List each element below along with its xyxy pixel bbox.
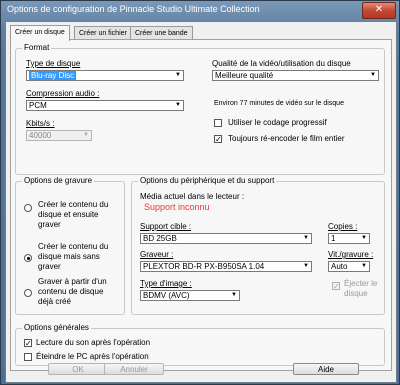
- burn-options-group: Options de gravure Créer le contenu du d…: [15, 176, 125, 315]
- chevron-down-icon[interactable]: ▼: [301, 262, 311, 271]
- target-media-label: Support cible :: [140, 222, 192, 231]
- chevron-down-icon[interactable]: ▼: [173, 101, 183, 110]
- check-icon: ✓: [333, 282, 340, 291]
- chevron-down-icon[interactable]: ▼: [359, 262, 369, 271]
- title-bar[interactable]: Options de configuration de Pinnacle Stu…: [1, 1, 399, 19]
- disc-capacity-info: Environ 77 minutes de vidéo sur le disqu…: [214, 100, 344, 107]
- burn-option-from-existing-label: Graver à partir d'un contenu de disque d…: [38, 277, 107, 306]
- tab-create-disc[interactable]: Créer un disque: [10, 25, 70, 41]
- burn-option-create-then-burn-label: Créer le contenu du disque et ensuite gr…: [38, 200, 109, 229]
- shutdown-checkbox[interactable]: [24, 353, 32, 361]
- tab-page: Format Type de disque Blu-ray Disc ▼ Com…: [10, 39, 392, 371]
- copies-value: 1: [331, 234, 336, 243]
- burn-option-from-existing-radio[interactable]: [24, 289, 32, 297]
- copies-select[interactable]: 1 ▼: [328, 233, 370, 244]
- format-group-title: Format: [22, 43, 52, 52]
- help-button[interactable]: Aide: [293, 363, 359, 375]
- kbits-value: 40000: [29, 131, 52, 140]
- format-group: Format Type de disque Blu-ray Disc ▼ Com…: [15, 43, 385, 175]
- ok-button[interactable]: OK: [48, 363, 108, 375]
- burn-option-create-no-burn-label: Créer le contenu du disque mais sans gra…: [38, 242, 109, 271]
- shutdown-label: Éteindre le PC après l'opération: [36, 352, 149, 361]
- burner-select[interactable]: PLEXTOR BD-R PX-B950SA 1.04 ▼: [140, 261, 312, 272]
- quality-value: Meilleure qualité: [215, 71, 274, 80]
- device-options-group: Options du périphérique et du support Mé…: [131, 176, 385, 315]
- check-icon: ✓: [215, 135, 222, 144]
- image-type-value: BDMV (AVC): [143, 291, 190, 300]
- progressive-label: Utiliser le codage progressif: [228, 118, 327, 127]
- audio-compression-value: PCM: [29, 101, 47, 110]
- play-sound-label: Lecture du son après l'opération: [36, 338, 151, 347]
- chevron-down-icon[interactable]: ▼: [368, 71, 378, 80]
- image-type-label: Type d'image :: [140, 279, 192, 288]
- burner-value: PLEXTOR BD-R PX-B950SA 1.04: [143, 262, 265, 271]
- chevron-down-icon[interactable]: ▼: [81, 131, 91, 140]
- play-sound-checkbox[interactable]: ✓: [24, 339, 32, 348]
- burn-option-create-no-burn-radio[interactable]: [24, 254, 32, 262]
- chevron-down-icon[interactable]: ▼: [229, 291, 239, 300]
- quality-label: Qualité de la vidéo/utilisation du disqu…: [212, 59, 351, 68]
- general-options-title: Options générales: [22, 323, 91, 332]
- audio-compression-select[interactable]: PCM ▼: [26, 100, 184, 111]
- reencode-checkbox[interactable]: ✓: [214, 135, 222, 144]
- current-media-value: Support inconnu: [144, 202, 210, 212]
- copies-label: Copies :: [328, 222, 358, 231]
- image-type-select[interactable]: BDMV (AVC) ▼: [140, 290, 240, 301]
- chevron-down-icon[interactable]: ▼: [301, 234, 311, 243]
- chevron-down-icon[interactable]: ▼: [173, 71, 183, 80]
- device-options-title: Options du périphérique et du support: [138, 176, 277, 185]
- audio-compression-label: Compression audio :: [26, 89, 100, 98]
- burn-speed-value: Auto: [331, 262, 348, 271]
- tab-create-file[interactable]: Créer un fichier: [74, 26, 132, 40]
- dialog-window: Options de configuration de Pinnacle Stu…: [0, 0, 400, 385]
- cancel-button[interactable]: Annuler: [104, 363, 164, 375]
- burner-label: Graveur :: [140, 250, 174, 259]
- burn-option-create-then-burn-radio[interactable]: [24, 204, 32, 212]
- general-options-group: Options générales ✓ Lecture du son après…: [15, 323, 385, 366]
- disc-type-select[interactable]: Blu-ray Disc ▼: [26, 70, 184, 81]
- disc-type-value: Blu-ray Disc: [29, 71, 77, 80]
- eject-label: Éjecter le disque: [344, 279, 378, 298]
- tab-create-tape[interactable]: Créer une bande: [130, 26, 193, 40]
- reencode-label: Toujours ré-encoder le film entier: [228, 134, 345, 143]
- dialog-client: Créer un disque Créer un fichier Créer u…: [5, 21, 397, 383]
- close-button[interactable]: ✕: [362, 2, 396, 19]
- target-media-value: BD 25GB: [143, 234, 177, 243]
- burn-speed-select[interactable]: Auto ▼: [328, 261, 370, 272]
- target-media-select[interactable]: BD 25GB ▼: [140, 233, 312, 244]
- check-icon: ✓: [25, 339, 32, 348]
- kbits-label: Kbits/s :: [26, 119, 55, 128]
- current-media-label: Média actuel dans le lecteur :: [140, 192, 245, 201]
- disc-type-label: Type de disque: [26, 59, 81, 68]
- burn-speed-label: Vit./gravure :: [328, 250, 374, 259]
- eject-checkbox[interactable]: ✓: [332, 282, 340, 291]
- kbits-select[interactable]: 40000 ▼: [26, 130, 92, 141]
- progressive-checkbox[interactable]: [214, 119, 222, 127]
- window-title: Options de configuration de Pinnacle Stu…: [7, 4, 260, 14]
- burn-options-title: Options de gravure: [22, 176, 95, 185]
- quality-select[interactable]: Meilleure qualité ▼: [212, 70, 379, 81]
- chevron-down-icon[interactable]: ▼: [359, 234, 369, 243]
